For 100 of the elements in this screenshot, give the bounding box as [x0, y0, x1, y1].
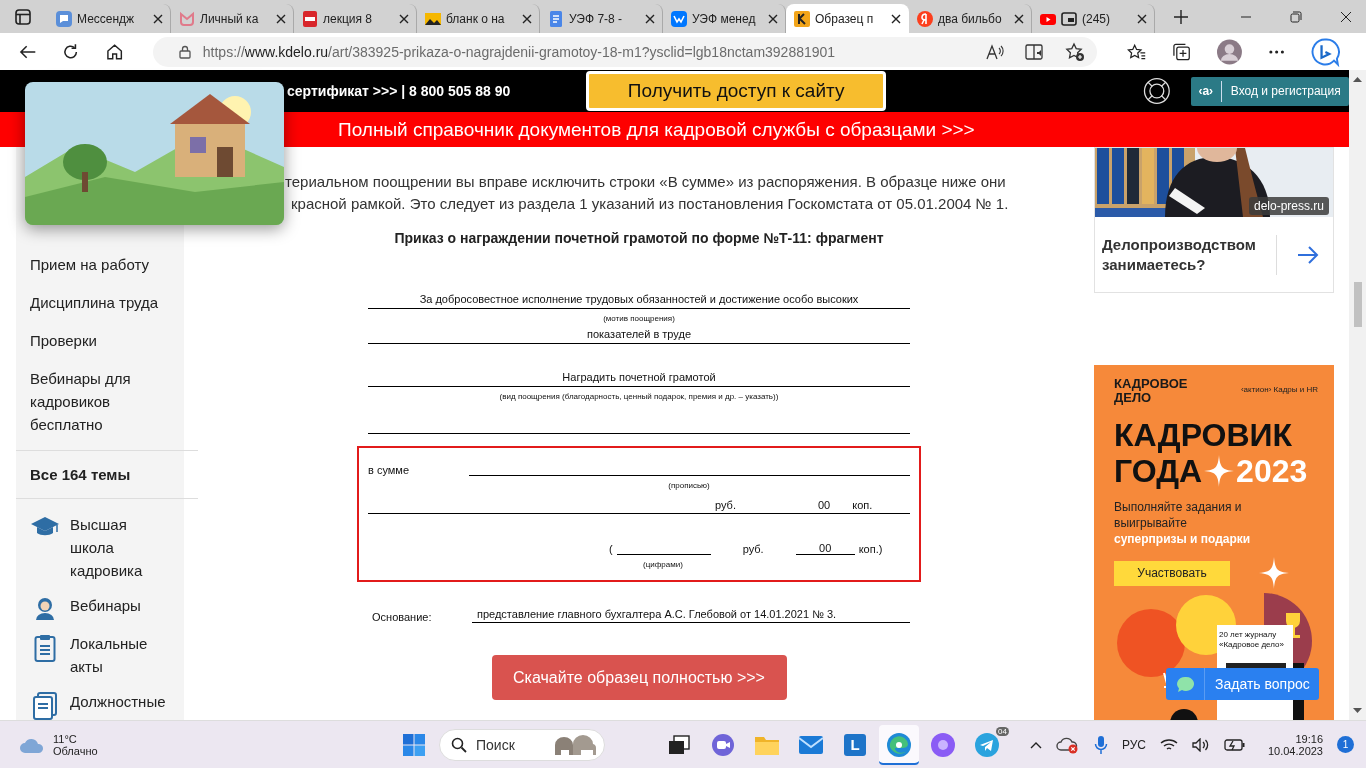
- temperature-text: 11°C: [53, 732, 78, 745]
- video-chat-icon: [711, 732, 735, 757]
- favicon-icon: [425, 10, 441, 27]
- favorites-icon[interactable]: [1126, 42, 1146, 61]
- taskbar-app[interactable]: 04: [967, 724, 1007, 765]
- language-indicator[interactable]: РУС: [1121, 737, 1146, 752]
- ad-card[interactable]: delo-press.ru Делопроизводством занимаетесь?: [1094, 147, 1334, 293]
- browser-tab[interactable]: Образец п: [786, 4, 909, 33]
- close-window-icon[interactable]: [1340, 10, 1352, 23]
- scrollbar-thumb[interactable]: [1353, 282, 1362, 327]
- participate-button[interactable]: Участвовать: [1114, 560, 1230, 586]
- task-view-icon: [668, 734, 690, 755]
- close-icon[interactable]: [645, 13, 655, 24]
- promo-headline: ГОДА: [1114, 453, 1203, 489]
- new-tab-icon[interactable]: [1173, 8, 1189, 25]
- more-icon[interactable]: [1267, 48, 1286, 55]
- access-button[interactable]: Получить доступ к сайту: [586, 71, 887, 111]
- address-bar[interactable]: https://www.kdelo.ru/art/383925-prikaza-o-nagrajdenii-gramotoy-18-m1?ysclid=lgb18nctam392881901: [152, 36, 1097, 67]
- lock-icon: [178, 44, 191, 59]
- close-icon[interactable]: [1014, 13, 1024, 24]
- close-icon[interactable]: [1137, 13, 1147, 24]
- section-link[interactable]: Локальные акты: [30, 632, 184, 678]
- form-label: руб.: [715, 499, 736, 511]
- field-caption: (мотив поощрения): [602, 313, 676, 325]
- topic-link[interactable]: Прием на работу: [30, 253, 170, 276]
- form-label: руб.: [742, 543, 764, 555]
- close-icon[interactable]: [276, 13, 286, 24]
- topic-link[interactable]: Проверки: [30, 329, 170, 352]
- section-link[interactable]: Должностные: [30, 690, 184, 720]
- back-icon[interactable]: [19, 43, 37, 60]
- url-text: https://www.kdelo.ru/art/383925-prikaza-o-nagrajdenii-gramotoy-18-m1?ysclid=lgb18nctam392881901: [202, 43, 837, 60]
- close-icon[interactable]: [891, 13, 901, 24]
- article-text: териальном поощрении вы вправе исключить строки «В сумме» из распоряжения. В образце ниже они: [285, 172, 1007, 192]
- taskbar-app[interactable]: L: [835, 724, 875, 765]
- promo-headline: КАДРОВИК: [1114, 417, 1294, 453]
- read-aloud-icon[interactable]: [984, 42, 1005, 61]
- download-button[interactable]: Скачайте образец полностью >>>: [491, 655, 787, 700]
- partner-logo: ‹актион› Кадры и HR: [1240, 385, 1318, 394]
- close-icon[interactable]: [399, 13, 409, 24]
- unread-badge: 04: [996, 726, 1009, 736]
- reader-view-icon[interactable]: [1024, 42, 1045, 61]
- all-topics-link[interactable]: Все 164 темы: [16, 450, 198, 499]
- restore-icon[interactable]: [1290, 10, 1302, 23]
- form-label: (: [609, 543, 613, 555]
- field-caption: (прописью): [667, 480, 711, 492]
- lifebuoy-icon[interactable]: [1143, 77, 1171, 105]
- section-link[interactable]: Высшая школа кадровика: [30, 513, 184, 582]
- form-line: Наградить почетной грамотой: [368, 371, 910, 387]
- promo-year: 2023: [1236, 453, 1308, 489]
- chat-bubble-icon: [1176, 675, 1194, 693]
- form-line: представление главного бухгалтера А.С. Глебовой от 14.01.2021 № 3.: [472, 608, 910, 623]
- favicon-icon: [794, 10, 810, 27]
- tab-actions-icon[interactable]: [14, 7, 32, 26]
- battery-icon[interactable]: [1223, 737, 1246, 752]
- form-value: 00: [795, 542, 855, 555]
- clock-time[interactable]: 19:16: [1295, 732, 1323, 745]
- form-label: коп.: [852, 499, 873, 511]
- scroll-up-icon[interactable]: [1353, 76, 1362, 82]
- close-icon[interactable]: [153, 13, 163, 24]
- form-value: 00: [818, 499, 831, 511]
- field-caption: (вид поощрения (благодарность, ценный подарок, премия и др. – указать)): [498, 391, 780, 403]
- section-link[interactable]: Вебинары: [30, 594, 184, 620]
- microphone-icon[interactable]: [1093, 734, 1108, 755]
- login-button[interactable]: ‹a› Вход и регистрация: [1190, 76, 1349, 106]
- home-icon[interactable]: [105, 42, 123, 61]
- start-icon[interactable]: [403, 733, 425, 756]
- volume-icon[interactable]: [1191, 737, 1210, 752]
- reload-icon[interactable]: [62, 42, 80, 61]
- form-line: За добросовестное исполнение трудовых обязанностей и достижение особо высоких: [368, 293, 910, 309]
- magazine-caption: 20 лет журналу «Кадровое дело»: [1219, 630, 1285, 650]
- elephant-icon: [553, 732, 597, 757]
- collections-icon[interactable]: [1171, 41, 1192, 62]
- field-caption: (цифрами): [642, 559, 684, 571]
- weather-text: Облачно: [53, 744, 98, 757]
- copilot-icon[interactable]: [1311, 36, 1340, 67]
- topic-link[interactable]: Дисциплина труда: [30, 291, 170, 314]
- form-line: показателей в труде: [368, 328, 910, 344]
- browser-icon: [886, 731, 912, 758]
- arrow-right-icon[interactable]: [1297, 245, 1319, 264]
- ask-question-button[interactable]: Задать вопрос: [1166, 668, 1319, 700]
- sample-title: Приказ о награждении почетной грамотой по форме №Т-11: фрагмент: [394, 230, 884, 246]
- clock-date[interactable]: 10.04.2023: [1267, 744, 1323, 757]
- close-icon[interactable]: [522, 13, 532, 24]
- favicon-icon: [671, 10, 687, 27]
- scroll-down-icon[interactable]: [1353, 708, 1362, 714]
- form-label: Основание:: [371, 611, 433, 623]
- add-favorite-icon[interactable]: [1064, 41, 1085, 62]
- topic-link[interactable]: Вебинары для кадровиков бесплатно: [30, 367, 170, 436]
- cloud-error-icon[interactable]: [1055, 735, 1080, 754]
- source-badge: delo-press.ru: [1248, 197, 1329, 215]
- app-letter-icon: L: [844, 733, 866, 756]
- chevron-up-icon[interactable]: [1029, 740, 1042, 749]
- close-icon[interactable]: [768, 13, 778, 24]
- profile-avatar[interactable]: [1217, 38, 1242, 65]
- search-icon: [451, 736, 467, 753]
- graduation-cap-icon: [30, 515, 60, 537]
- assistant-icon: [930, 731, 956, 758]
- favicon-icon: [302, 10, 318, 27]
- notification-badge[interactable]: 1: [1337, 736, 1354, 753]
- wifi-icon[interactable]: [1159, 737, 1178, 752]
